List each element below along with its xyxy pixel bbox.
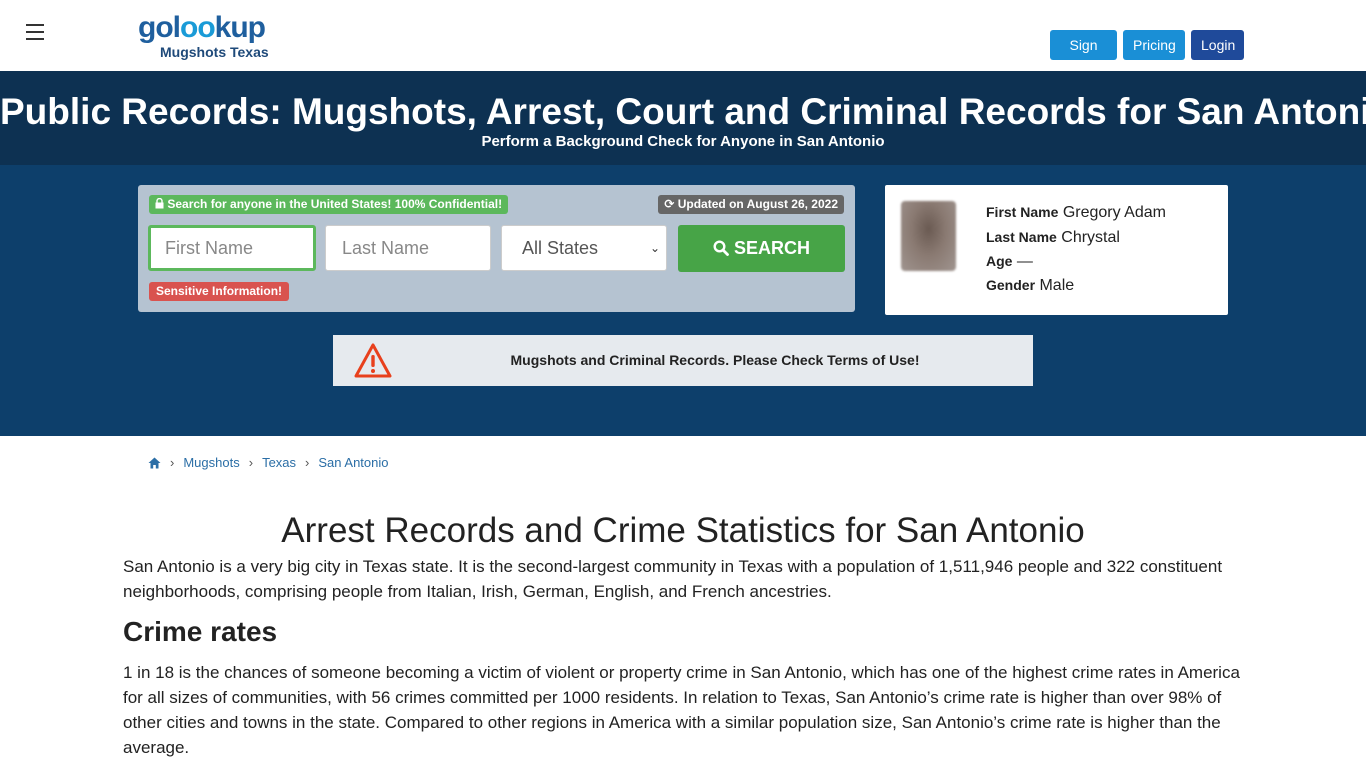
breadcrumb-texas[interactable]: Texas: [262, 455, 296, 470]
profile-gender: Gender Male: [986, 277, 1075, 294]
confidential-text: Search for anyone in the United States! …: [167, 197, 503, 211]
breadcrumb: › Mugshots › Texas › San Antonio: [148, 455, 389, 470]
site-logo[interactable]: golookup Mugshots Texas: [138, 11, 269, 61]
home-icon[interactable]: [148, 457, 161, 469]
logo-subtitle: Mugshots Texas: [160, 44, 269, 60]
lock-icon: [155, 197, 164, 209]
breadcrumb-separator: ›: [248, 455, 254, 470]
signup-button[interactable]: Sign Up: [1050, 30, 1117, 83]
last-name-input[interactable]: Last Name: [325, 225, 491, 271]
breadcrumb-san-antonio[interactable]: San Antonio: [318, 455, 388, 470]
top-header: golookup Mugshots Texas Sign Up Pricing …: [0, 0, 1366, 83]
refresh-icon: ⟳: [664, 197, 675, 211]
main-content: Arrest Records and Crime Statistics for …: [123, 508, 1243, 760]
terms-notice: Mugshots and Criminal Records. Please Ch…: [333, 335, 1033, 386]
confidential-badge: Search for anyone in the United States! …: [149, 195, 509, 214]
page-subtitle: Perform a Background Check for Anyone in…: [481, 133, 885, 150]
breadcrumb-mugshots[interactable]: Mugshots: [183, 455, 239, 470]
crime-rates-heading: Crime rates: [123, 616, 278, 647]
notice-text: Mugshots and Criminal Records. Please Ch…: [510, 352, 920, 368]
chevron-down-icon: ⌄: [649, 241, 660, 255]
search-icon: [713, 240, 729, 256]
login-button[interactable]: Login: [1191, 30, 1244, 60]
hero-banner: Public Records: Mugshots, Arrest, Court …: [0, 71, 1366, 165]
updated-badge: ⟳ Updated on August 26, 2022: [658, 195, 844, 214]
intro-paragraph: San Antonio is a very big city in Texas …: [123, 557, 1223, 601]
profile-last-name: Last Name Chrystal: [986, 229, 1120, 246]
search-panel: Search for anyone in the United States! …: [138, 185, 855, 312]
profile-card[interactable]: First Name Gregory Adam Last Name Chryst…: [885, 185, 1228, 315]
pricing-button[interactable]: Pricing: [1123, 30, 1185, 60]
search-button[interactable]: SEARCH: [678, 225, 845, 272]
search-button-label: SEARCH: [734, 238, 811, 258]
hamburger-icon[interactable]: [26, 24, 44, 40]
section-heading: Arrest Records and Crime Statistics for …: [281, 511, 1085, 550]
crime-rates-paragraph: 1 in 18 is the chances of someone becomi…: [123, 663, 1240, 757]
updated-text: Updated on August 26, 2022: [677, 197, 838, 211]
profile-age: Age —: [986, 253, 1033, 270]
breadcrumb-separator: ›: [305, 455, 310, 470]
header-nav: Sign Up Pricing Login: [1050, 30, 1244, 83]
state-selected-value: All States: [522, 238, 599, 258]
logo-wordmark: golookup: [138, 11, 266, 44]
avatar: [901, 201, 956, 271]
breadcrumb-separator: ›: [170, 455, 175, 470]
sensitive-badge: Sensitive Information!: [149, 282, 290, 301]
first-name-input[interactable]: First Name: [148, 225, 316, 271]
state-select[interactable]: All States ⌄: [501, 225, 667, 271]
profile-first-name: First Name Gregory Adam: [986, 204, 1166, 221]
page-title: Public Records: Mugshots, Arrest, Court …: [0, 91, 1366, 132]
